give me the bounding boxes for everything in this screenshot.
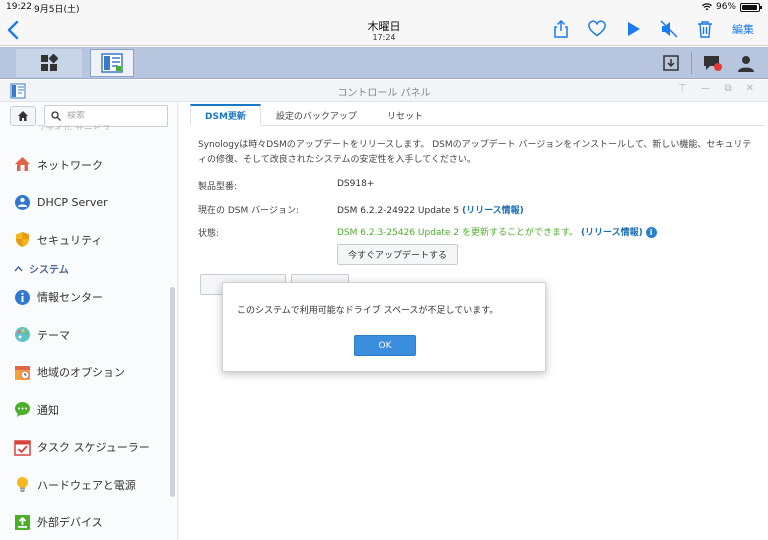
chat-bubble-icon <box>14 401 31 418</box>
battery-icon <box>740 2 762 12</box>
control-panel-icon <box>101 53 123 73</box>
grid-icon <box>41 54 58 71</box>
model-value: DS918+ <box>337 179 375 189</box>
sidebar-item-network[interactable]: ネットワーク <box>0 146 170 184</box>
help-icon[interactable]: ⊤ <box>678 83 687 94</box>
alert-message: このシステムで利用可能なドライブ スペースが不足しています。 <box>237 306 499 316</box>
taskbar-right <box>657 50 760 76</box>
maximize-icon[interactable]: ⧉ <box>724 83 731 94</box>
palette-icon <box>14 326 31 343</box>
minimize-icon[interactable]: — <box>700 83 710 94</box>
sidebar-item-regional[interactable]: 地域のオプション <box>0 354 170 392</box>
user-menu-button[interactable] <box>732 50 760 76</box>
calendar-check-icon <box>14 439 31 456</box>
tab-bar: DSM更新 設定のバックアップ リセット <box>190 104 765 126</box>
version-value: DSM 6.2.2-24922 Update 5 <box>337 206 460 216</box>
ios-tools: 編集 <box>552 20 754 38</box>
sidebar-item-hardware-power[interactable]: ハードウェアと電源 <box>0 466 170 504</box>
wifi-icon <box>701 3 712 11</box>
sidebar-item-label: タスク スケジューラー <box>37 441 150 455</box>
sidebar-item-label: ハードウェアと電源 <box>37 478 136 492</box>
sidebar-item-label: セキュリティ <box>37 233 103 247</box>
sidebar-item-label: 地域のオプション <box>37 366 125 380</box>
status-date: 9月5日(土) <box>34 5 80 15</box>
status-time: 19:22 <box>6 2 32 12</box>
tab-config-backup[interactable]: 設定のバックアップ <box>261 104 372 125</box>
window-controls: ⊤ — ⧉ ✕ <box>678 83 754 94</box>
window-title: コントロール パネル <box>337 88 431 99</box>
notifications-button[interactable] <box>698 50 726 76</box>
model-label: 製品型番: <box>198 182 238 192</box>
search-input[interactable] <box>67 111 157 121</box>
version-label: 現在の DSM バージョン: <box>198 206 299 216</box>
clock-calendar-icon <box>14 364 31 381</box>
tab-dsm-update[interactable]: DSM更新 <box>190 104 261 126</box>
sidebar-item-task-scheduler[interactable]: タスク スケジューラー <box>0 429 170 467</box>
sidebar-item-label: ネットワーク <box>37 158 103 172</box>
update-now-button[interactable]: 今すぐアップデートする <box>337 244 458 265</box>
status-value-row: DSM 6.2.3-25426 Update 2 を更新することができます。 (… <box>337 225 657 238</box>
release-notes-link[interactable]: (リリース情報) <box>462 206 524 216</box>
dsm-taskbar <box>0 47 768 79</box>
edit-button[interactable]: 編集 <box>732 21 754 37</box>
info-icon[interactable]: i <box>645 227 657 238</box>
search-icon <box>51 111 61 121</box>
mute-icon[interactable] <box>660 20 678 38</box>
taskbar-divider <box>691 52 692 74</box>
sidebar-item-label: テーマ <box>37 328 70 342</box>
sidebar-nav: ネットワーク DHCP Server セキュリティ システム 情報センター テー… <box>0 146 170 540</box>
battery-percent: 96% <box>715 2 736 12</box>
tab-reset[interactable]: リセット <box>372 104 438 125</box>
sidebar-item-notification[interactable]: 通知 <box>0 391 170 429</box>
version-value-row: DSM 6.2.2-24922 Update 5 (リリース情報) <box>337 203 524 216</box>
status-label: 状態: <box>198 229 220 239</box>
lightbulb-icon <box>14 476 31 493</box>
close-icon[interactable]: ✕ <box>746 83 754 94</box>
play-icon[interactable] <box>624 20 642 38</box>
status-right: 96% <box>701 2 762 12</box>
window-titlebar: コントロール パネル ⊤ — ⧉ ✕ <box>0 80 768 102</box>
sidebar: ファイル サービス ネットワーク DHCP Server セキュリティ <box>0 102 178 540</box>
control-panel-task-button[interactable] <box>90 49 134 77</box>
home-icon <box>18 111 28 121</box>
sidebar-item-info-center[interactable]: 情報センター <box>0 279 170 317</box>
sidebar-item-security[interactable]: セキュリティ <box>0 221 170 259</box>
ok-button[interactable]: OK <box>354 335 416 356</box>
sidebar-section-label: システム <box>29 265 69 276</box>
chat-notification-icon <box>704 56 722 71</box>
sidebar-item-label: 外部デバイス <box>37 516 103 530</box>
dhcp-icon <box>14 194 31 211</box>
download-icon <box>663 55 679 71</box>
heart-icon[interactable] <box>588 20 606 38</box>
sidebar-item-label: DHCP Server <box>37 195 108 209</box>
status-value: DSM 6.2.3-25426 Update 2 を更新することができます。 <box>337 228 579 238</box>
info-icon <box>14 289 31 306</box>
sidebar-item-dhcp[interactable]: DHCP Server <box>0 184 170 222</box>
sidebar-item-theme[interactable]: テーマ <box>0 316 170 354</box>
sidebar-item-label: 通知 <box>37 403 59 417</box>
alert-dialog: このシステムで利用可能なドライブ スペースが不足しています。 OK <box>222 282 546 372</box>
ios-toolbar: 19:22 9月5日(土) 96% 木曜日 17:24 編集 <box>0 0 768 46</box>
release-notes-link-2[interactable]: (リリース情報) <box>581 228 643 238</box>
download-tray-button[interactable] <box>657 50 685 76</box>
external-device-icon <box>14 514 31 531</box>
chevron-up-icon <box>14 265 23 272</box>
share-icon[interactable] <box>552 20 570 38</box>
sidebar-section-system[interactable]: システム <box>0 259 170 279</box>
sidebar-scrollbar[interactable] <box>170 287 175 497</box>
home-button[interactable] <box>10 106 36 126</box>
shield-icon <box>14 231 31 248</box>
house-network-icon <box>14 156 31 173</box>
trash-icon[interactable] <box>696 20 714 38</box>
user-icon <box>738 56 754 72</box>
sidebar-item-partial: ファイル サービス <box>36 125 111 130</box>
main-menu-button[interactable] <box>16 49 82 77</box>
sidebar-item-external-devices[interactable]: 外部デバイス <box>0 504 170 540</box>
sidebar-item-label: 情報センター <box>37 291 103 305</box>
update-description: Synologyは時々DSMのアップデートをリリースします。 DSMのアップデー… <box>198 140 752 165</box>
